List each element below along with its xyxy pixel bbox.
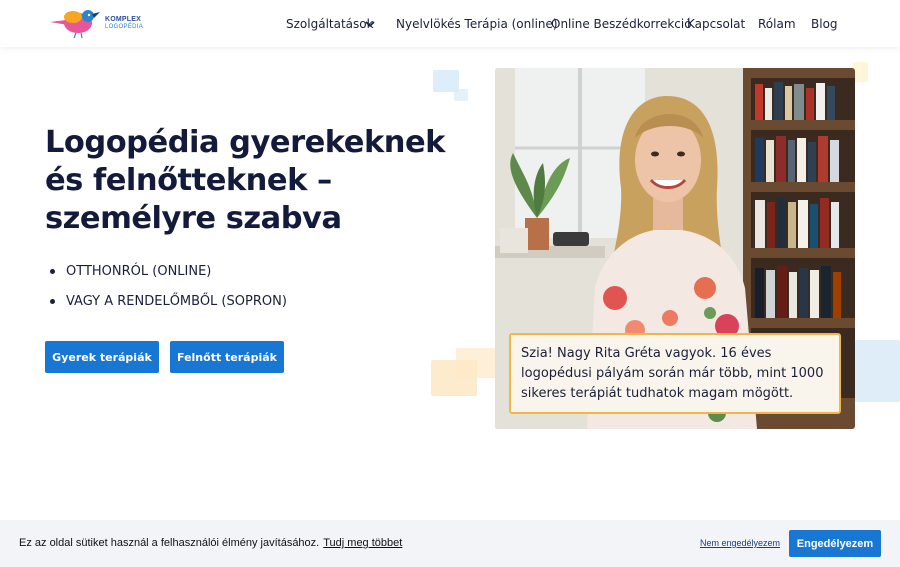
cookie-message-text: Ez az oldal sütiket használ a felhasznál… [19,537,320,549]
nav-item-kapcsolat[interactable]: Kapcsolat [687,16,745,32]
nav-item-beszedkorrekcio[interactable]: Online Beszédkorrekció [551,16,692,32]
bullet-text: OTTHONRÓL (ONLINE) [66,264,212,279]
logo-text-komplex: KOMPLEX [105,16,142,23]
site-header: KOMPLEX LOGOPÉDIA Szolgáltatások Nyelvlö… [0,0,900,47]
hero-bullet-list: OTTHONRÓL (ONLINE) VAGY A RENDELŐMBŐL (S… [50,264,287,324]
bullet-text: VAGY A RENDELŐMBŐL (SOPRON) [66,294,287,309]
bullet-icon [50,299,55,304]
nav-item-blog[interactable]: Blog [811,16,838,32]
list-item: OTTHONRÓL (ONLINE) [50,264,287,280]
decor-square [456,348,496,378]
cookie-learn-more-link[interactable]: Tudj meg többet [323,537,402,549]
hero-title: Logopédia gyerekeknek és felnőtteknek – … [45,125,445,236]
nav-item-szolgaltatasok[interactable]: Szolgáltatások [286,16,374,32]
children-therapies-button[interactable]: Gyerek terápiák [45,341,159,373]
logo-text-logopedia: LOGOPÉDIA [105,24,144,30]
bullet-icon [50,269,55,274]
decor-square [454,89,468,101]
cookie-allow-button[interactable]: Engedélyezem [789,530,881,557]
therapist-intro-caption: Szia! Nagy Rita Gréta vagyok. 16 éves lo… [509,333,841,414]
nav-item-rolam[interactable]: Rólam [758,16,796,32]
nav-item-nyelvlokes[interactable]: Nyelvlökés Terápia (online) [396,16,558,32]
cookie-deny-link[interactable]: Nem engedélyezem [700,538,780,548]
list-item: VAGY A RENDELŐMBŐL (SOPRON) [50,294,287,310]
cookie-banner: Ez az oldal sütiket használ a felhasznál… [0,520,900,567]
adult-therapies-button[interactable]: Felnőtt terápiák [170,341,284,373]
cookie-message: Ez az oldal sütiket használ a felhasznál… [19,537,402,549]
logo-icon[interactable] [48,6,148,40]
decor-square [855,340,900,402]
chevron-down-icon[interactable] [365,21,375,28]
